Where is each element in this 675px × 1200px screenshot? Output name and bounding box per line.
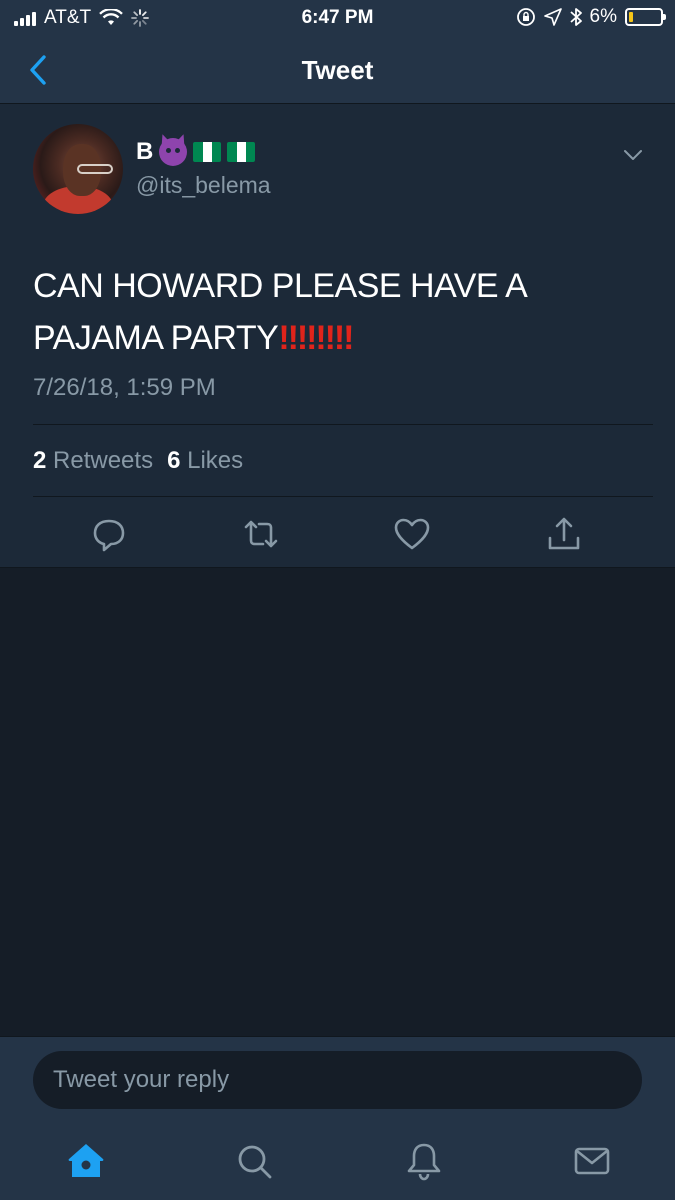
nigeria-flag-icon bbox=[193, 142, 222, 162]
likes-count: 6 bbox=[167, 447, 181, 474]
search-icon[interactable] bbox=[234, 1141, 274, 1181]
orientation-lock-icon bbox=[516, 8, 535, 26]
retweets-stat[interactable]: 2 Retweets bbox=[33, 447, 153, 475]
avatar[interactable] bbox=[33, 124, 123, 214]
heart-icon[interactable] bbox=[392, 514, 432, 554]
retweet-icon[interactable] bbox=[241, 514, 281, 554]
location-icon bbox=[543, 8, 562, 26]
mail-icon[interactable] bbox=[572, 1141, 612, 1181]
tweet-timestamp: 7/26/18, 1:59 PM bbox=[33, 374, 216, 401]
likes-stat[interactable]: 6 Likes bbox=[167, 447, 243, 475]
battery-icon bbox=[625, 8, 666, 26]
status-bar: AT&T 6:47 PM 6% bbox=[0, 0, 675, 36]
share-icon[interactable] bbox=[544, 514, 584, 554]
navigation-bar: Tweet bbox=[0, 36, 675, 104]
page-title: Tweet bbox=[301, 55, 374, 85]
author-name[interactable]: B bbox=[136, 138, 256, 166]
double-exclamation-emoji: ‼‼‼‼ bbox=[278, 319, 354, 357]
tweet-stats: 2 Retweets 6 Likes bbox=[33, 447, 243, 475]
retweets-label: Retweets bbox=[53, 447, 154, 474]
tweet-text: CAN HOWARD PLEASE HAVE A PAJAMA PARTY‼‼‼… bbox=[33, 260, 643, 364]
battery-percent: 6% bbox=[589, 6, 617, 27]
author-name-text: B bbox=[136, 138, 154, 165]
bell-icon[interactable] bbox=[404, 1141, 444, 1181]
tweet-actions bbox=[0, 514, 675, 554]
chevron-down-icon[interactable] bbox=[623, 148, 643, 162]
author-handle[interactable]: @its_belema bbox=[136, 172, 271, 199]
bluetooth-icon bbox=[569, 8, 582, 26]
battery-fill bbox=[629, 12, 633, 22]
likes-label: Likes bbox=[187, 447, 244, 474]
divider bbox=[33, 424, 653, 425]
divider bbox=[33, 496, 653, 497]
retweets-count: 2 bbox=[33, 447, 47, 474]
status-bar-right: 6% bbox=[516, 6, 666, 28]
nigeria-flag-icon bbox=[227, 142, 256, 162]
home-icon[interactable] bbox=[66, 1141, 106, 1181]
smiling-devil-icon bbox=[159, 138, 188, 166]
bottom-bar bbox=[0, 1036, 675, 1200]
reply-input[interactable] bbox=[33, 1051, 642, 1109]
tweet-card: B @its_belema CAN HOWARD PLEASE HAVE A P… bbox=[0, 104, 675, 568]
comment-icon[interactable] bbox=[89, 514, 129, 554]
